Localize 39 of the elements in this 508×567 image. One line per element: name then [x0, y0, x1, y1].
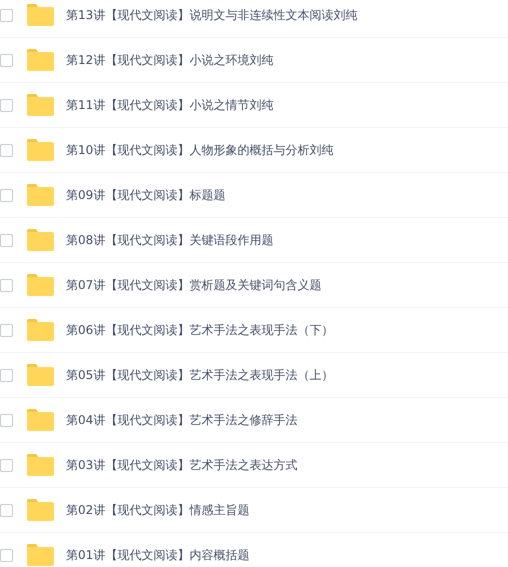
folder-name[interactable]: 第08讲【现代文阅读】关键语段作用题 [66, 232, 274, 248]
checkbox[interactable] [0, 368, 13, 382]
folder-name[interactable]: 第13讲【现代文阅读】说明文与非连续性文本阅读刘纯 [66, 6, 358, 24]
folder-icon [27, 409, 54, 431]
folder-name[interactable]: 第02讲【现代文阅读】情感主旨题 [66, 502, 250, 518]
checkbox[interactable] [0, 414, 13, 426]
folder-icon [27, 454, 54, 476]
folder-name[interactable]: 第09讲【现代文阅读】标题题 [66, 186, 226, 204]
checkbox[interactable] [0, 234, 13, 246]
checkbox[interactable] [0, 144, 13, 156]
folder-name[interactable]: 第01讲【现代文阅读】内容概括题 [66, 546, 250, 564]
folder-name[interactable]: 第12讲【现代文阅读】小说之环境刘纯 [66, 52, 274, 68]
checkbox[interactable] [0, 458, 13, 472]
checkbox[interactable] [0, 548, 13, 562]
folder-icon [27, 184, 54, 206]
folder-icon [27, 499, 54, 521]
folder-icon [27, 274, 54, 296]
folder-name[interactable]: 第11讲【现代文阅读】小说之情节刘纯 [66, 96, 274, 114]
folder-icon [27, 544, 54, 566]
folder-name[interactable]: 第03讲【现代文阅读】艺术手法之表达方式 [66, 456, 298, 474]
folder-name[interactable]: 第06讲【现代文阅读】艺术手法之表现手法（下） [66, 322, 334, 338]
folder-icon [27, 364, 54, 386]
folder-name[interactable]: 第04讲【现代文阅读】艺术手法之修辞手法 [66, 412, 298, 428]
folder-icon [27, 229, 54, 251]
checkbox[interactable] [0, 324, 13, 336]
folder-name[interactable]: 第07讲【现代文阅读】赏析题及关键词句含义题 [66, 276, 322, 294]
folder-icon [27, 49, 54, 71]
folder-icon [27, 319, 54, 341]
checkbox[interactable] [0, 8, 13, 22]
folder-name[interactable]: 第05讲【现代文阅读】艺术手法之表现手法（上） [66, 366, 334, 384]
checkbox[interactable] [0, 504, 13, 516]
checkbox[interactable] [0, 54, 13, 66]
folder-name[interactable]: 第10讲【现代文阅读】人物形象的概括与分析刘纯 [66, 142, 334, 158]
checkbox[interactable] [0, 278, 13, 292]
checkbox[interactable] [0, 188, 13, 202]
checkbox[interactable] [0, 98, 13, 112]
folder-icon [27, 94, 54, 116]
folder-icon [27, 4, 54, 26]
folder-icon [27, 139, 54, 161]
